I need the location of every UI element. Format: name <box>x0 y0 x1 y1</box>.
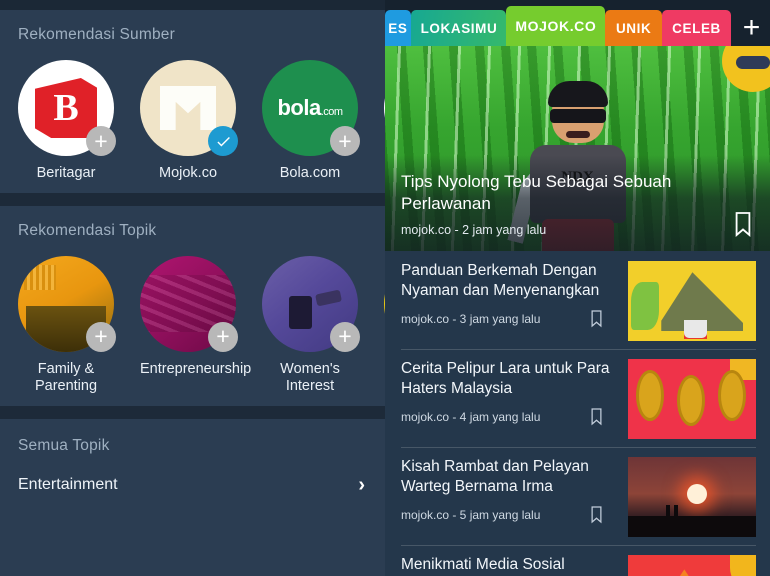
source-avatar-wrap: B + <box>18 60 116 156</box>
tab-unik[interactable]: UNIK <box>605 10 662 46</box>
article-footer: mojok.co - 5 jam yang lalu <box>401 505 618 524</box>
red-flame-thumbnail <box>628 555 756 576</box>
topic-avatar-wrap: + <box>140 255 238 352</box>
category-tabbar[interactable]: ES LOKASIMU MOJOK.CO UNIK CELEB + <box>385 0 770 46</box>
tab-label: MOJOK.CO <box>515 18 597 34</box>
source-label: Mojok.co <box>158 165 218 181</box>
tab-label: UNIK <box>615 20 652 36</box>
add-tab-button[interactable]: + <box>733 8 770 48</box>
hero-text-block: Tips Nyolong Tebu Sebagai Sebuah Perlawa… <box>401 171 718 237</box>
topic-avatar-wrap: + <box>18 255 116 352</box>
article-title: Kisah Rambat dan Pelayan Warteg Bernama … <box>401 458 589 496</box>
article-list-item[interactable]: Kisah Rambat dan Pelayan Warteg Bernama … <box>385 447 770 545</box>
article-title: Panduan Berkemah Dengan Nyaman dan Menye… <box>401 262 600 300</box>
bookmark-icon[interactable] <box>732 211 754 237</box>
article-meta: mojok.co - 3 jam yang lalu <box>401 311 541 326</box>
section-recommended-sources: Rekomendasi Sumber B + Beritagar Mojok.c… <box>0 10 385 193</box>
camping-tent-thumbnail <box>628 261 756 341</box>
sources-scroller[interactable]: B + Beritagar Mojok.co bola.com + Bola.c… <box>0 48 385 193</box>
tab-label: ES <box>388 20 408 36</box>
article-text-block: Panduan Berkemah Dengan Nyaman dan Menye… <box>401 261 618 328</box>
all-topics-row-label: Entertainment <box>18 476 118 494</box>
topic-item-entrepreneurship[interactable]: + Entrepreneurship <box>140 255 252 396</box>
feed-panel: ES LOKASIMU MOJOK.CO UNIK CELEB + Tips N… <box>385 0 770 576</box>
featured-article-title: Tips Nyolong Tebu Sebagai Sebuah Perlawa… <box>401 172 672 213</box>
source-item-beritagar[interactable]: B + Beritagar <box>18 60 116 183</box>
topic-label: Women's Interest <box>280 360 340 395</box>
source-label: Beritagar <box>36 165 96 181</box>
section-all-topics: Semua Topik Entertainment › <box>0 419 385 511</box>
section-divider <box>0 192 385 206</box>
featured-article-meta: mojok.co - 2 jam yang lalu <box>401 223 547 237</box>
add-topic-badge[interactable]: + <box>208 321 238 352</box>
source-label: Bola.com <box>279 165 341 181</box>
bookmark-icon[interactable] <box>589 309 604 328</box>
tab-mojok-co[interactable]: MOJOK.CO <box>506 6 606 46</box>
topic-item-womens-interest[interactable]: + Women's Interest <box>262 255 360 396</box>
article-title: Cerita Pelipur Lara untuk Para Haters Ma… <box>401 360 610 398</box>
topic-item-family-parenting[interactable]: + Family & Parenting <box>18 255 116 396</box>
followed-check-badge[interactable] <box>208 126 238 156</box>
article-list-item[interactable]: Menikmati Media Sosial Sebelum Busuk ole… <box>385 545 770 576</box>
sunset-silhouette-thumbnail <box>628 457 756 537</box>
article-footer: mojok.co - 3 jam yang lalu <box>401 309 618 328</box>
section-title-all-topics: Semua Topik <box>18 437 110 455</box>
article-text-block: Menikmati Media Sosial Sebelum Busuk ole… <box>401 555 618 576</box>
tab-label: LOKASIMU <box>420 20 498 36</box>
section-title-sources: Rekomendasi Sumber <box>18 26 175 43</box>
article-meta: mojok.co - 5 jam yang lalu <box>401 507 541 522</box>
tab-lokasimu[interactable]: LOKASIMU <box>411 10 507 46</box>
add-source-badge[interactable]: + <box>330 126 360 156</box>
article-list-item[interactable]: Cerita Pelipur Lara untuk Para Haters Ma… <box>385 349 770 447</box>
article-title: Menikmati Media Sosial Sebelum Busuk ole… <box>401 556 565 573</box>
topic-label: Family & Parenting <box>34 360 98 395</box>
article-meta: mojok.co - 4 jam yang lalu <box>401 409 541 424</box>
topics-scroller[interactable]: + Family & Parenting + Entrepreneurship <box>0 244 385 406</box>
article-list-item[interactable]: Panduan Berkemah Dengan Nyaman dan Menye… <box>385 251 770 349</box>
app-screen: Rekomendasi Sumber B + Beritagar Mojok.c… <box>0 0 770 576</box>
add-source-badge[interactable]: + <box>86 126 116 156</box>
topic-avatar-wrap: + <box>262 255 360 352</box>
bookmark-icon[interactable] <box>589 505 604 524</box>
source-item-mojok[interactable]: Mojok.co <box>140 60 238 183</box>
article-text-block: Kisah Rambat dan Pelayan Warteg Bernama … <box>401 457 618 524</box>
discover-panel: Rekomendasi Sumber B + Beritagar Mojok.c… <box>0 0 385 576</box>
tab-es[interactable]: ES <box>385 10 412 46</box>
article-footer: mojok.co - 4 jam yang lalu <box>401 407 618 426</box>
status-bar-strip <box>0 0 385 10</box>
malaysia-keychains-thumbnail <box>628 359 756 439</box>
topic-label: Entrepreneurship <box>140 360 252 377</box>
add-topic-badge[interactable]: + <box>330 321 360 352</box>
all-topics-row-entertainment[interactable]: Entertainment › <box>0 459 385 511</box>
source-item-bola[interactable]: bola.com + Bola.com <box>262 60 360 183</box>
source-avatar-wrap <box>140 60 238 156</box>
chevron-right-icon[interactable]: › <box>358 475 365 495</box>
featured-article-card[interactable]: NDX Tips Nyolong Tebu Sebagai Sebuah Per… <box>385 46 770 251</box>
tab-label: CELEB <box>672 20 721 36</box>
source-avatar-wrap: bola.com + <box>262 60 360 156</box>
bookmark-icon[interactable] <box>589 407 604 426</box>
article-text-block: Cerita Pelipur Lara untuk Para Haters Ma… <box>401 359 618 426</box>
tab-celeb[interactable]: CELEB <box>662 10 732 46</box>
section-recommended-topics: Rekomendasi Topik + Family & Parenting +… <box>0 206 385 406</box>
section-divider <box>0 406 385 420</box>
add-topic-badge[interactable]: + <box>86 321 116 352</box>
section-title-topics: Rekomendasi Topik <box>18 221 157 239</box>
article-list: Panduan Berkemah Dengan Nyaman dan Menye… <box>385 251 770 576</box>
